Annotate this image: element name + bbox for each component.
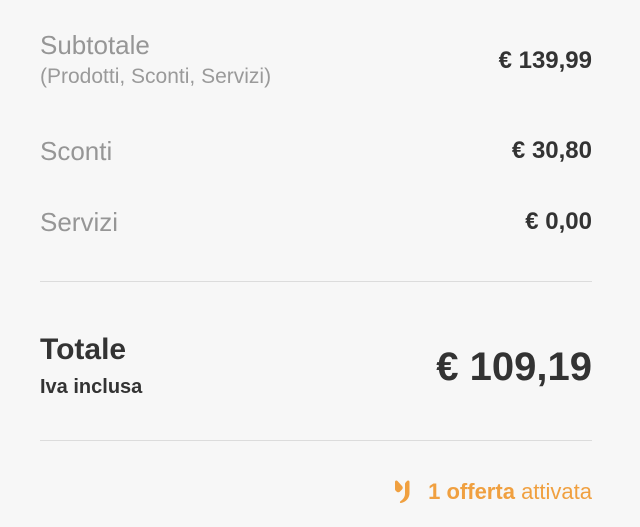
order-summary: Subtotale (Prodotti, Sconti, Servizi) € … <box>40 0 592 527</box>
subtotal-amount: € 139,99 <box>498 47 592 74</box>
divider-top <box>40 281 592 282</box>
total-row: Totale Iva inclusa € 109,19 <box>40 332 592 400</box>
offer-count: 1 <box>428 479 441 504</box>
divider-bottom <box>40 440 592 441</box>
offer-status: attivata <box>521 479 592 504</box>
discounts-label: Sconti <box>40 136 113 166</box>
discounts-amount: € 30,80 <box>511 137 592 164</box>
subtotal-label: Subtotale <box>40 30 150 60</box>
total-amount: € 109,19 <box>436 345 592 389</box>
subtotal-label-group: Subtotale (Prodotti, Sconti, Servizi) <box>40 30 271 90</box>
total-label: Totale <box>40 333 127 366</box>
offer-tag-icon <box>392 479 418 505</box>
total-label-group: Totale Iva inclusa <box>40 332 142 400</box>
services-label: Servizi <box>40 207 119 237</box>
services-amount: € 0,00 <box>525 208 592 235</box>
offer-word: offerta <box>446 479 515 504</box>
total-sublabel: Iva inclusa <box>40 376 143 398</box>
services-row: Servizi € 0,00 <box>40 207 592 237</box>
active-offers-link[interactable]: 1 offerta attivata <box>392 478 592 506</box>
subtotal-row: Subtotale (Prodotti, Sconti, Servizi) € … <box>40 30 592 90</box>
offer-text: 1 offerta attivata <box>428 478 592 506</box>
discounts-row: Sconti € 30,80 <box>40 136 592 166</box>
subtotal-sublabel: (Prodotti, Sconti, Servizi) <box>40 65 272 88</box>
